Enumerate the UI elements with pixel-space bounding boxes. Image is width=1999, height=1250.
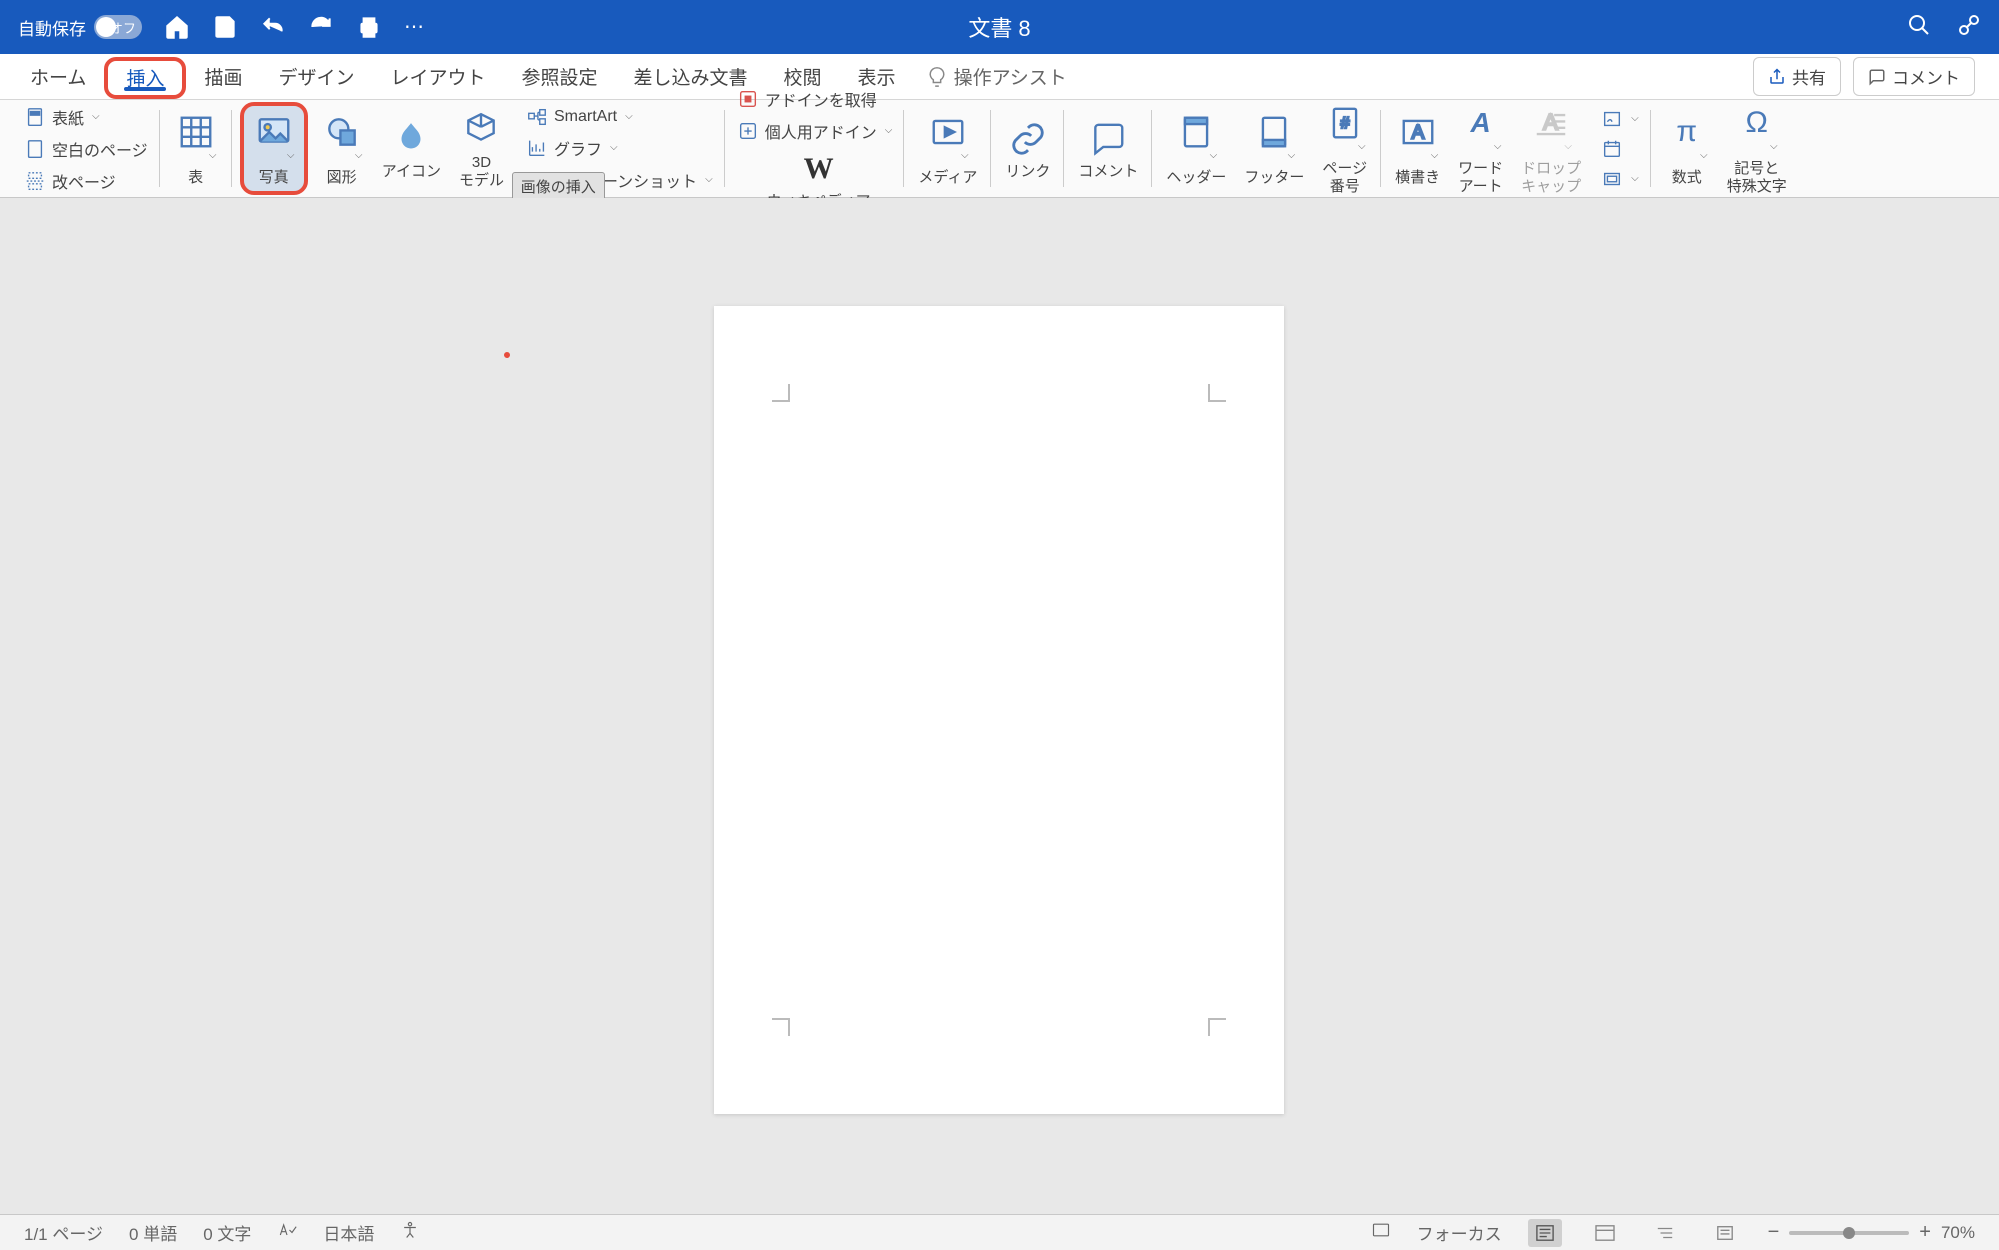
share-button[interactable]: 共有 [1753,57,1841,96]
annotation-dot [504,352,510,358]
pictures-button-highlight: ⌵ 写真 [240,102,308,195]
group-comments: コメント [1064,100,1152,197]
save-icon[interactable] [212,14,238,40]
word-count[interactable]: 0 単語 [129,1220,177,1245]
ribbon: 表紙⌵ 空白のページ 改ページ ⌵ 表 ⌵ 写真 ⌵ 図形 [0,100,1999,198]
print-layout-view[interactable] [1528,1219,1562,1247]
document-canvas[interactable] [0,198,1999,1214]
page-number-button[interactable]: # ⌵ ページ 番号 [1316,99,1373,198]
document-title: 文書 8 [968,11,1030,43]
zoom-in-button[interactable]: + [1919,1221,1931,1244]
margin-mark [772,1018,790,1036]
autosave-label: 自動保存 [18,15,86,40]
group-media: ⌵ メディア [904,100,991,197]
undo-icon[interactable]: ⌵ [260,14,286,40]
pictures-button[interactable]: ⌵ 写真 [246,108,302,189]
zoom-level[interactable]: 70% [1941,1223,1975,1243]
draft-view[interactable] [1708,1219,1742,1247]
focus-icon[interactable] [1371,1220,1391,1245]
pictures-tooltip: 画像の挿入 [512,172,605,201]
svg-text:A: A [1411,122,1424,143]
margin-mark [1208,384,1226,402]
cover-page-button[interactable]: 表紙⌵ [20,103,152,131]
redo-icon[interactable] [308,14,334,40]
autosave-control[interactable]: 自動保存 オフ [18,15,142,40]
textbox-button[interactable]: A ⌵ 横書き [1389,108,1446,189]
spellcheck-icon[interactable] [277,1220,297,1245]
document-page[interactable] [714,306,1284,1114]
home-icon[interactable] [164,14,190,40]
print-icon[interactable] [356,14,382,40]
date-button[interactable] [1597,136,1643,162]
group-pages: 表紙⌵ 空白のページ 改ページ [12,100,160,197]
group-links: リンク [991,100,1064,197]
group-illustrations: ⌵ 写真 ⌵ 図形 アイコン 3D モデル SmartArt⌵ グラフ⌵ スクリ… [232,100,725,197]
wordart-button[interactable]: A ⌵ ワード アート [1452,99,1509,198]
link-button[interactable]: リンク [999,115,1056,183]
margin-mark [1208,1018,1226,1036]
footer-button[interactable]: ⌵ フッター [1238,108,1310,189]
accessibility-icon[interactable] [400,1220,420,1245]
title-bar: 自動保存 オフ ⌵ ⋯ 文書 8 [0,0,1999,54]
ribbon-tabs: ホーム 挿入 描画 デザイン レイアウト 参照設定 差し込み文書 校閲 表示 操… [0,54,1999,100]
zoom-control: − + 70% [1768,1221,1975,1244]
group-addins: アドインを取得 個人用アドイン⌵ W ウィキペディア [725,100,905,197]
zoom-out-button[interactable]: − [1768,1221,1780,1244]
equation-button[interactable]: π ⌵ 数式 [1659,108,1715,189]
status-bar: 1/1 ページ 0 単語 0 文字 日本語 フォーカス − + 70% [0,1214,1999,1250]
group-symbols: π ⌵ 数式 Ω ⌵ 記号と 特殊文字 [1651,100,1801,197]
media-button[interactable]: ⌵ メディア [912,108,983,189]
smartart-button[interactable]: SmartArt⌵ [522,104,717,130]
blank-page-button[interactable]: 空白のページ [20,135,152,163]
tab-insert[interactable]: 挿入 [104,57,186,99]
group-header-footer: ⌵ ヘッダー ⌵ フッター # ⌵ ページ 番号 [1152,100,1381,197]
more-icon[interactable]: ⋯ [404,14,430,40]
collapse-ribbon-icon[interactable] [1957,13,1981,42]
header-button[interactable]: ⌵ ヘッダー [1160,108,1232,189]
language[interactable]: 日本語 [323,1220,374,1245]
tab-references[interactable]: 参照設定 [504,54,616,100]
tab-draw[interactable]: 描画 [186,54,260,100]
3d-models-button[interactable]: 3D モデル [453,106,510,192]
tell-me[interactable]: 操作アシスト [926,63,1067,90]
outline-view[interactable] [1648,1219,1682,1247]
comments-button[interactable]: コメント [1853,57,1975,96]
autosave-toggle[interactable]: オフ [94,15,142,39]
table-button[interactable]: ⌵ 表 [168,108,224,189]
char-count[interactable]: 0 文字 [203,1220,251,1245]
dropcap-button[interactable]: A ⌵ ドロップ キャップ [1515,99,1587,198]
search-icon[interactable] [1907,13,1931,42]
page-count[interactable]: 1/1 ページ [24,1220,103,1245]
icons-button[interactable]: アイコン [376,115,447,183]
group-text: A ⌵ 横書き A ⌵ ワード アート A ⌵ ドロップ キャップ ⌵ ⌵ [1381,100,1651,197]
margin-mark [772,384,790,402]
web-layout-view[interactable] [1588,1219,1622,1247]
comment-button[interactable]: コメント [1072,115,1144,183]
chart-button[interactable]: グラフ⌵ [522,134,717,162]
shapes-button[interactable]: ⌵ 図形 [314,108,370,189]
symbol-button[interactable]: Ω ⌵ 記号と 特殊文字 [1721,99,1793,198]
tab-home[interactable]: ホーム [12,54,104,100]
group-tables: ⌵ 表 [160,100,232,197]
page-break-button[interactable]: 改ページ [20,167,152,195]
signature-button[interactable]: ⌵ [1597,106,1643,132]
get-addins-button[interactable]: アドインを取得 [733,85,897,113]
focus-label[interactable]: フォーカス [1417,1220,1502,1245]
svg-text:#: # [1340,115,1349,132]
quick-access-toolbar: ⌵ ⋯ [164,14,430,40]
tab-layout[interactable]: レイアウト [372,54,503,100]
object-button[interactable]: ⌵ [1597,166,1643,192]
zoom-slider[interactable] [1789,1231,1909,1235]
tab-design[interactable]: デザイン [260,54,372,100]
my-addins-button[interactable]: 個人用アドイン⌵ [733,117,897,145]
